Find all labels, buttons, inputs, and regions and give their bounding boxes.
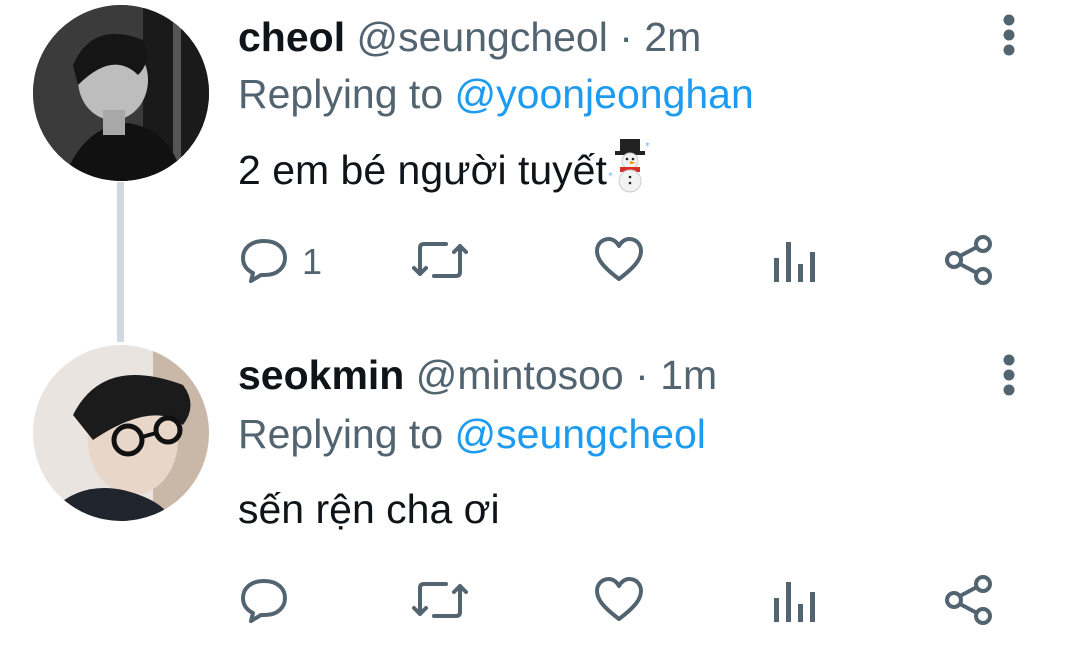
retweet-icon xyxy=(410,574,470,631)
mention-link[interactable]: @seungcheol xyxy=(455,411,706,457)
user-handle[interactable]: @seungcheol xyxy=(357,14,608,60)
mention-link[interactable]: @yoonjeonghan xyxy=(455,71,754,117)
analytics-button[interactable] xyxy=(771,572,819,632)
snowman-icon: * * xyxy=(607,137,653,209)
action-bar xyxy=(238,572,1018,632)
tweet-text-content: sến rện cha ơi xyxy=(238,486,500,532)
analytics-icon xyxy=(771,234,819,291)
analytics-icon xyxy=(771,574,819,631)
like-icon xyxy=(593,234,645,291)
more-options-icon[interactable] xyxy=(992,345,1026,405)
display-name[interactable]: cheol xyxy=(238,14,345,60)
action-bar: 1 xyxy=(238,232,1018,292)
share-icon xyxy=(943,234,995,291)
timestamp[interactable]: 1m xyxy=(660,352,717,398)
like-button[interactable] xyxy=(593,232,645,292)
separator-dot: · xyxy=(635,352,649,398)
svg-text:*: * xyxy=(645,141,650,152)
retweet-icon xyxy=(410,234,470,291)
like-icon xyxy=(593,574,645,631)
reply-icon xyxy=(238,234,290,291)
tweet-header: seokmin @mintosoo · 1m xyxy=(238,347,717,403)
analytics-button[interactable] xyxy=(771,232,819,292)
user-handle[interactable]: @mintosoo xyxy=(416,352,624,398)
tweet-seokmin[interactable]: seokmin @mintosoo · 1m Replying to @seun… xyxy=(0,330,1080,645)
tweet-cheol[interactable]: cheol @seungcheol · 2m Replying to @yoon… xyxy=(0,0,1080,320)
like-button[interactable] xyxy=(593,572,645,632)
replying-to-line: Replying to @yoonjeonghan xyxy=(238,66,754,122)
replying-to-line: Replying to @seungcheol xyxy=(238,406,706,462)
reply-icon xyxy=(238,574,290,631)
separator-dot: · xyxy=(619,14,633,60)
tweet-text-content: 2 em bé người tuyết xyxy=(238,146,607,193)
svg-text:*: * xyxy=(608,171,613,182)
reply-count: 1 xyxy=(302,241,323,282)
reply-button[interactable] xyxy=(238,572,302,632)
tweet-text: sến rện cha ơi xyxy=(238,479,500,539)
replying-to-label: Replying to xyxy=(238,411,444,457)
replying-to-label: Replying to xyxy=(238,71,444,117)
display-name[interactable]: seokmin xyxy=(238,352,404,398)
avatar[interactable] xyxy=(33,5,209,181)
avatar[interactable] xyxy=(33,345,209,521)
more-options-icon[interactable] xyxy=(992,5,1026,65)
retweet-button[interactable] xyxy=(410,572,470,632)
timestamp[interactable]: 2m xyxy=(644,14,701,60)
share-button[interactable] xyxy=(943,572,995,632)
retweet-button[interactable] xyxy=(410,232,470,292)
tweet-text: 2 em bé người tuyết * * xyxy=(238,137,653,197)
tweet-header: cheol @seungcheol · 2m xyxy=(238,9,701,65)
reply-button[interactable]: 1 xyxy=(238,232,322,292)
share-button[interactable] xyxy=(943,232,995,292)
share-icon xyxy=(943,574,995,631)
